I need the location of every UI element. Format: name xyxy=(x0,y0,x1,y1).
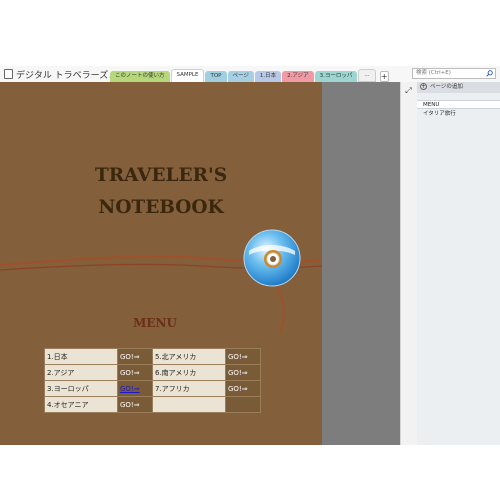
pages-pane: + ページの追加 MENU イタリア旅行 xyxy=(417,82,500,445)
tab-europe[interactable]: 3.ヨーロッパ xyxy=(314,71,358,82)
table-row: 1.日本 GO!⇒ 5.北アメリカ GO!⇒ xyxy=(44,348,261,365)
tab-how-to-use[interactable]: このノートの使い方 xyxy=(110,71,170,82)
page-item-menu[interactable]: MENU xyxy=(417,100,500,109)
tab-more[interactable]: ... xyxy=(358,69,376,82)
menu-item-name: 6.南アメリカ xyxy=(152,364,226,381)
tab-top[interactable]: TOP xyxy=(205,71,227,82)
search-placeholder: 検索 (Ctrl+E) xyxy=(416,70,451,76)
search-icon[interactable] xyxy=(486,70,493,77)
menu-item-name: 7.アフリカ xyxy=(152,380,226,397)
tab-japan[interactable]: 1.日本 xyxy=(254,71,282,82)
expand-icon[interactable]: ⤢ xyxy=(404,86,413,95)
menu-item-name: 3.ヨーロッパ xyxy=(44,380,118,397)
cd-icon[interactable] xyxy=(243,229,301,287)
add-page-label: ページの追加 xyxy=(430,84,463,90)
table-row: 3.ヨーロッパ GO!⇒ 7.アフリカ GO!⇒ xyxy=(44,380,261,397)
menu-heading: MENU xyxy=(133,316,177,330)
tab-asia[interactable]: 2.アジア xyxy=(282,71,314,82)
cover-title-line2: NOTEBOOK xyxy=(98,197,224,218)
empty-cell xyxy=(152,396,226,413)
notebook-icon xyxy=(4,69,13,79)
page-item-italy-trip[interactable]: イタリア旅行 xyxy=(417,110,500,119)
go-link[interactable]: GO!⇒ xyxy=(117,364,153,381)
go-link[interactable]: GO!⇒ xyxy=(117,380,153,397)
tab-sample[interactable]: SAMPLE xyxy=(170,69,205,82)
section-tabs: このノートの使い方 SAMPLE TOP ページ 1.日本 2.アジア 3.ヨー… xyxy=(110,69,390,82)
menu-item-name: 5.北アメリカ xyxy=(152,348,226,365)
go-link[interactable]: GO!⇒ xyxy=(225,364,261,381)
cover-title: TRAVELER'S NOTEBOOK xyxy=(60,160,262,224)
cover-title-line1: TRAVELER'S xyxy=(94,165,228,186)
add-page-button[interactable]: + ページの追加 xyxy=(417,82,500,93)
menu-item-name: 4.オセアニア xyxy=(44,396,118,413)
notebook-toolbar: デジタル トラベラーズノート ▼ このノートの使い方 SAMPLE TOP ペー… xyxy=(0,66,500,83)
menu-item-name: 2.アジア xyxy=(44,364,118,381)
go-link[interactable]: GO!⇒ xyxy=(225,348,261,365)
add-section-button[interactable]: + xyxy=(379,71,389,82)
search-input[interactable]: 検索 (Ctrl+E) xyxy=(412,68,496,79)
canvas-gutter xyxy=(322,82,400,445)
empty-cell xyxy=(225,396,261,413)
table-row: 2.アジア GO!⇒ 6.南アメリカ GO!⇒ xyxy=(44,364,261,381)
go-link[interactable]: GO!⇒ xyxy=(117,396,153,413)
menu-item-name: 1.日本 xyxy=(44,348,118,365)
table-row: 4.オセアニア GO!⇒ xyxy=(44,396,261,413)
tab-page[interactable]: ページ xyxy=(227,71,254,82)
go-link[interactable]: GO!⇒ xyxy=(117,348,153,365)
plus-icon: + xyxy=(420,83,427,90)
menu-table: 1.日本 GO!⇒ 5.北アメリカ GO!⇒ 2.アジア GO!⇒ 6.南アメリ… xyxy=(44,348,261,413)
go-link[interactable]: GO!⇒ xyxy=(225,380,261,397)
